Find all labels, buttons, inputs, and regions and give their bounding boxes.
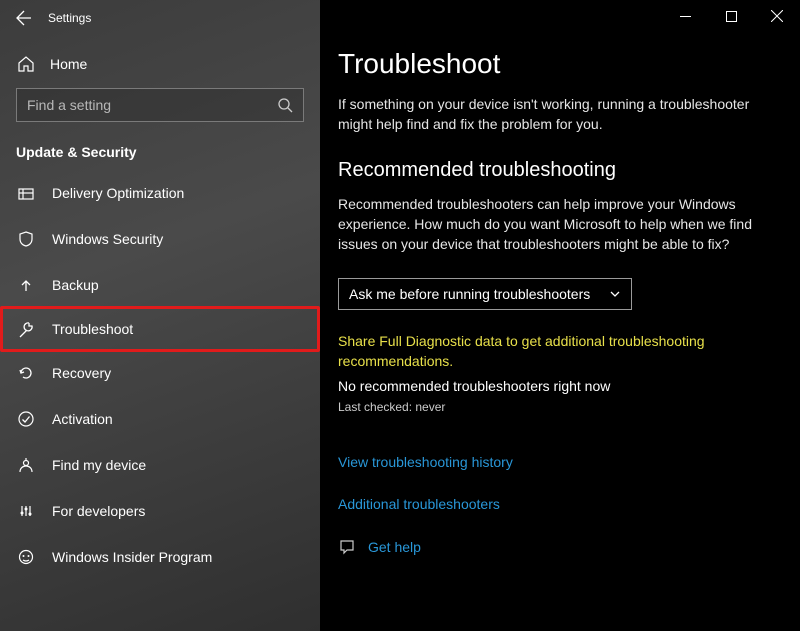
recommended-heading: Recommended troubleshooting [338,159,782,182]
sidebar: Settings Home Update & Security Delivery… [0,0,320,631]
last-checked: Last checked: never [338,400,782,414]
troubleshoot-preference-select[interactable]: Ask me before running troubleshooters [338,278,632,310]
search-input[interactable] [27,97,277,113]
search-container [0,88,320,138]
sidebar-item-activation[interactable]: Activation [0,396,320,442]
maximize-icon [726,11,737,22]
sidebar-item-label: Activation [52,411,113,427]
backup-icon [16,275,36,295]
additional-troubleshooters-link[interactable]: Additional troubleshooters [338,496,782,512]
sidebar-item-delivery-optimization[interactable]: Delivery Optimization [0,170,320,216]
page-intro: If something on your device isn't workin… [338,94,782,135]
history-link[interactable]: View troubleshooting history [338,454,782,470]
page-heading: Troubleshoot [338,48,782,80]
sidebar-item-label: Recovery [52,365,111,381]
minimize-button[interactable] [662,0,708,32]
sidebar-item-label: For developers [52,503,145,519]
get-help-row: Get help [338,538,782,556]
sidebar-item-label: Backup [52,277,99,293]
sidebar-item-label: Troubleshoot [52,321,133,337]
home-icon [16,54,36,74]
troubleshoot-icon [16,319,36,339]
settings-window: Settings Home Update & Security Delivery… [0,0,800,631]
find-device-icon [16,455,36,475]
insider-icon [16,547,36,567]
back-button[interactable] [0,0,48,36]
activation-icon [16,409,36,429]
close-button[interactable] [754,0,800,32]
window-controls [662,0,800,32]
search-icon [277,97,293,113]
sidebar-home[interactable]: Home [0,36,320,88]
chevron-down-icon [609,288,621,300]
diagnostic-notice: Share Full Diagnostic data to get additi… [338,332,782,371]
sidebar-item-backup[interactable]: Backup [0,262,320,308]
get-help-link[interactable]: Get help [368,539,421,555]
window-title: Settings [48,11,91,25]
sidebar-item-label: Windows Insider Program [52,549,212,565]
sidebar-item-for-developers[interactable]: For developers [0,488,320,534]
recommended-body: Recommended troubleshooters can help imp… [338,194,782,255]
delivery-optimization-icon [16,183,36,203]
sidebar-category: Update & Security [0,138,320,170]
arrow-left-icon [16,10,32,26]
sidebar-item-troubleshoot[interactable]: Troubleshoot [0,306,320,352]
sidebar-item-recovery[interactable]: Recovery [0,350,320,396]
sidebar-item-label: Find my device [52,457,146,473]
recovery-icon [16,363,36,383]
sidebar-item-windows-security[interactable]: Windows Security [0,216,320,262]
sidebar-item-label: Windows Security [52,231,163,247]
minimize-icon [680,11,691,22]
select-value: Ask me before running troubleshooters [349,286,590,302]
recommended-status: No recommended troubleshooters right now [338,378,782,394]
sidebar-item-insider-program[interactable]: Windows Insider Program [0,534,320,580]
chat-icon [338,538,356,556]
sidebar-item-label: Delivery Optimization [52,185,184,201]
maximize-button[interactable] [708,0,754,32]
title-bar: Settings [0,0,320,36]
search-box[interactable] [16,88,304,122]
close-icon [771,10,783,22]
main-content: Troubleshoot If something on your device… [320,0,800,631]
sidebar-item-find-my-device[interactable]: Find my device [0,442,320,488]
developers-icon [16,501,36,521]
shield-icon [16,229,36,249]
sidebar-home-label: Home [50,56,87,72]
